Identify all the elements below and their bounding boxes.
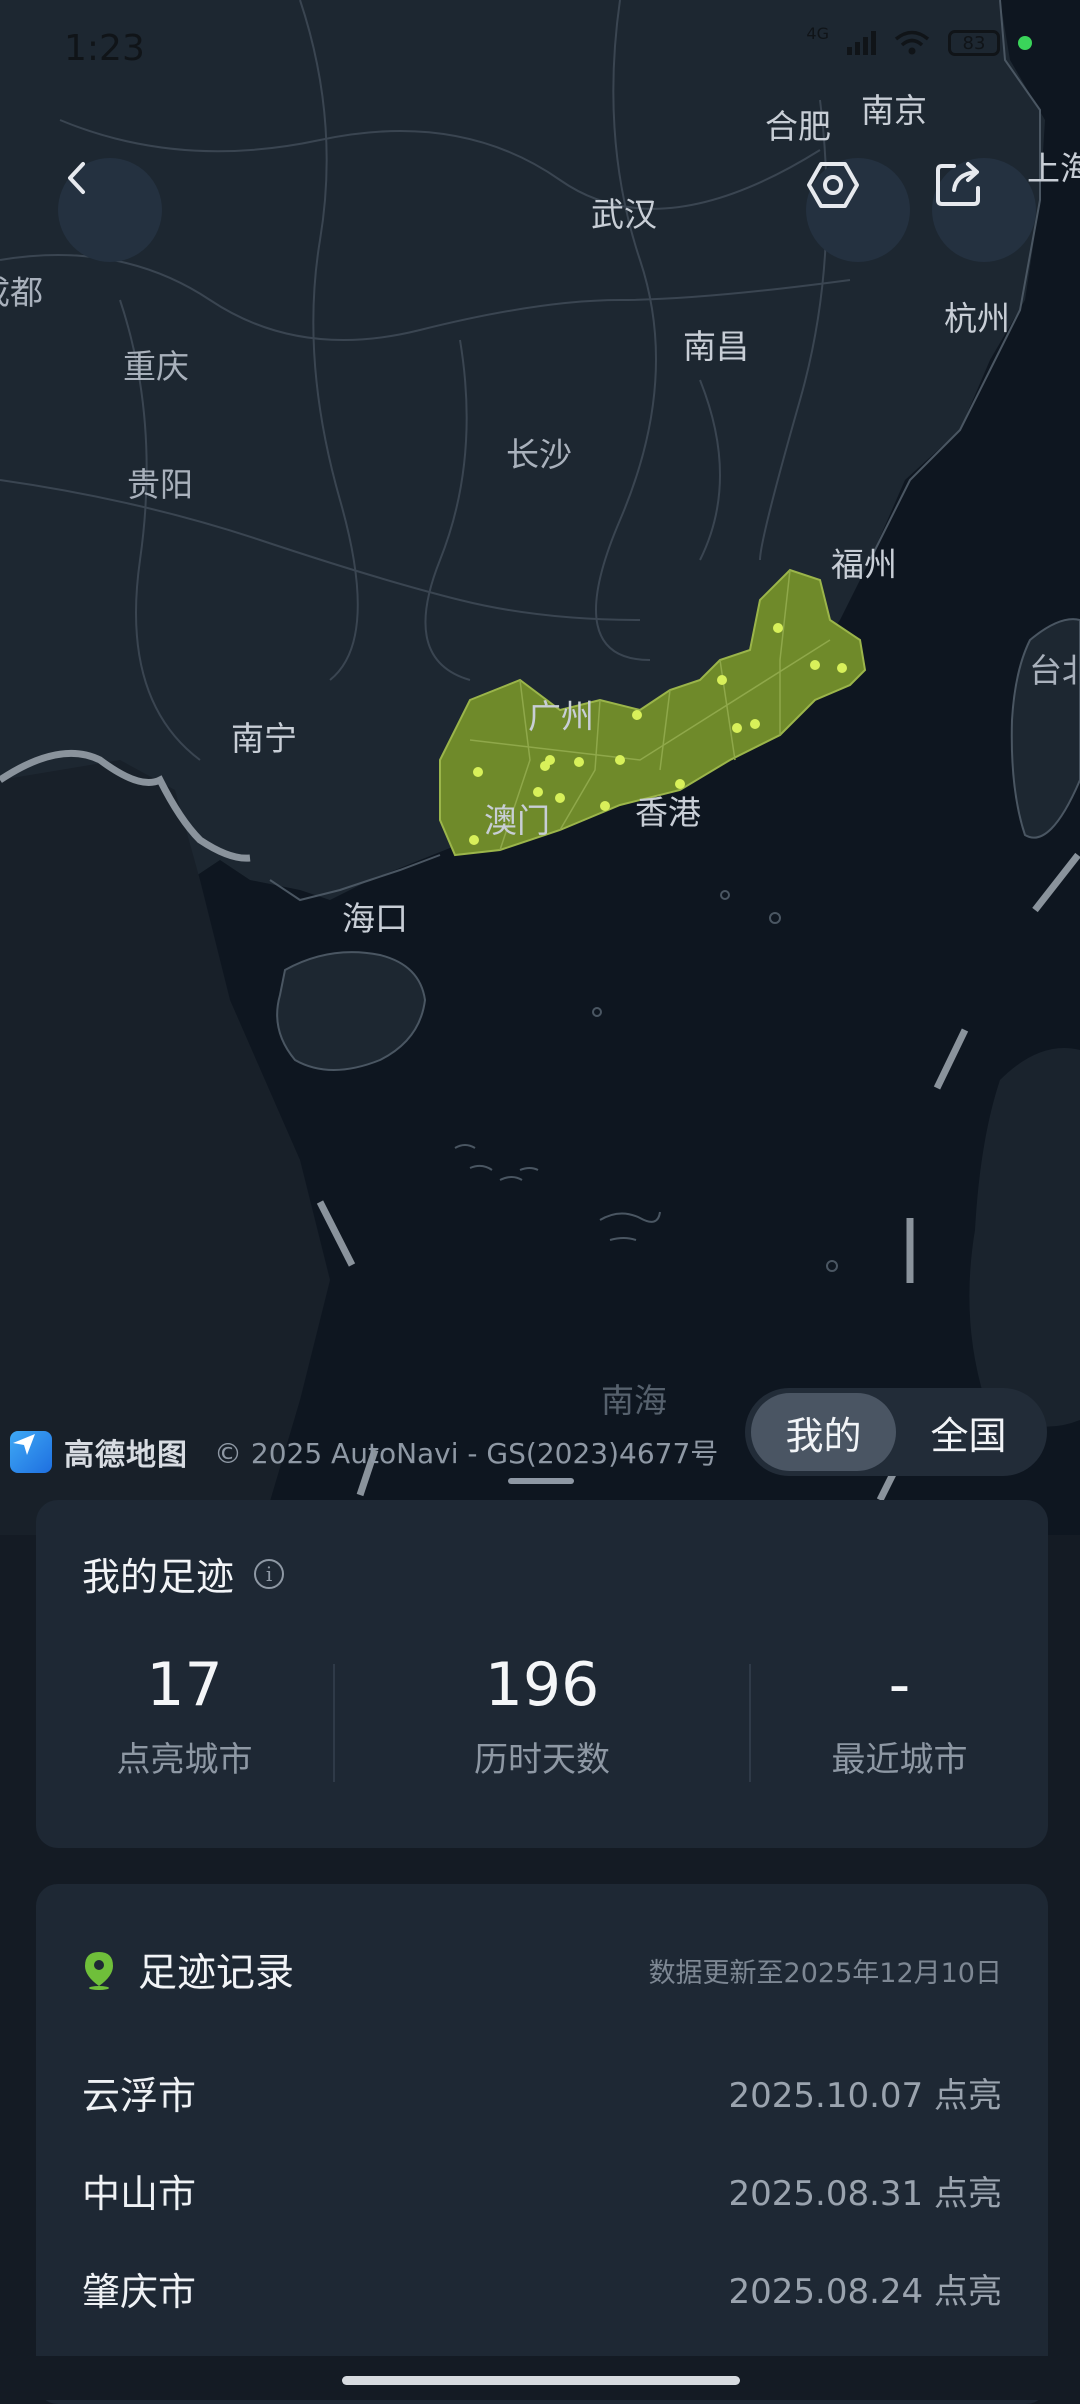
footprint-records-card: 足迹记录 数据更新至2025年12月10日 云浮市 2025.10.07 点亮 … xyxy=(36,1884,1048,2404)
settings-button[interactable] xyxy=(806,158,910,262)
city-dot xyxy=(555,793,565,803)
share-button[interactable] xyxy=(932,158,1036,262)
sheet-drag-handle[interactable] xyxy=(508,1478,574,1484)
map-label-guangzhou: 广州 xyxy=(528,697,594,736)
map-label-shanghai: 上海 xyxy=(1027,149,1080,188)
status-bar: 1:23 4G 83 xyxy=(0,0,1080,100)
stat-label: 历时天数 xyxy=(474,1740,610,1780)
map-label-guiyang: 贵阳 xyxy=(127,465,193,504)
record-city: 肇庆市 xyxy=(82,2269,197,2314)
wifi-icon xyxy=(894,30,930,55)
records-updated: 数据更新至2025年12月10日 xyxy=(648,1957,1002,1989)
location-pin-icon xyxy=(85,1952,113,1990)
stat-recent-city: - 最近城市 xyxy=(751,1648,1048,1788)
chevron-left-icon xyxy=(68,162,85,194)
hainan-island xyxy=(276,951,427,1071)
list-item[interactable]: 肇庆市 2025.08.24 点亮 xyxy=(82,2258,1002,2318)
battery-level: 83 xyxy=(962,32,986,54)
city-dot xyxy=(837,663,847,673)
footprint-map[interactable]: 合肥 南京 上海 武汉 杭州 成都 重庆 南昌 长沙 贵阳 福州 台北 南宁 广… xyxy=(0,0,1080,1535)
signal-icon xyxy=(847,31,876,55)
map-label-taibei: 台北 xyxy=(1029,651,1080,690)
map-label-fuzhou: 福州 xyxy=(831,545,897,584)
map-label-wuhan: 武汉 xyxy=(591,195,657,234)
summary-title: 我的足迹 xyxy=(82,1555,235,1599)
toggle-nationwide[interactable]: 全国 xyxy=(896,1393,1041,1471)
amap-logo-icon xyxy=(10,1431,52,1473)
stat-days: 196 历时天数 xyxy=(335,1648,749,1788)
scope-toggle[interactable]: 我的 全国 xyxy=(745,1388,1047,1476)
city-dot xyxy=(600,801,610,811)
city-dot xyxy=(615,755,625,765)
map-label-nanchang: 南昌 xyxy=(683,327,749,366)
city-dot xyxy=(773,623,783,633)
stat-value: 17 xyxy=(146,1650,223,1720)
status-time: 1:23 xyxy=(64,28,145,69)
city-dot xyxy=(469,835,479,845)
footprint-summary-card: 我的足迹 i 17 点亮城市 196 历时天数 - 最近城市 xyxy=(36,1500,1048,1848)
stat-value: 196 xyxy=(484,1650,600,1720)
record-date: 2025.08.31 点亮 xyxy=(728,2173,1002,2214)
city-dot xyxy=(540,761,550,771)
network-type: 4G xyxy=(806,23,829,43)
stats-row: 17 点亮城市 196 历时天数 - 最近城市 xyxy=(36,1648,1048,1788)
map-label-hangzhou: 杭州 xyxy=(944,299,1010,338)
stat-label: 最近城市 xyxy=(831,1740,968,1780)
toggle-mine[interactable]: 我的 xyxy=(751,1393,896,1471)
map-label-hongkong: 香港 xyxy=(635,793,701,832)
city-dot xyxy=(574,757,584,767)
luzon-land xyxy=(969,1048,1080,1427)
hexagon-settings-icon xyxy=(807,162,859,208)
stat-value: - xyxy=(888,1650,911,1720)
map-copyright: © 2025 AutoNavi - GS(2023)4677号 xyxy=(214,1437,719,1470)
map-label-chengdu: 成都 xyxy=(0,273,43,312)
summary-title-row: 我的足迹 i xyxy=(82,1546,285,1601)
city-dot xyxy=(473,767,483,777)
record-city: 云浮市 xyxy=(82,2073,197,2118)
record-date: 2025.10.07 点亮 xyxy=(728,2075,1002,2116)
map-attribution: 高德地图 © 2025 AutoNavi - GS(2023)4677号 xyxy=(10,1430,718,1474)
info-icon[interactable]: i xyxy=(254,1558,285,1589)
map-label-hefei: 合肥 xyxy=(765,107,831,146)
list-item[interactable]: 中山市 2025.08.31 点亮 xyxy=(82,2160,1002,2220)
record-city: 中山市 xyxy=(82,2171,197,2216)
map-canvas xyxy=(0,0,1080,1535)
privacy-indicator-icon xyxy=(1018,36,1032,50)
city-dot xyxy=(750,719,760,729)
back-button[interactable] xyxy=(58,158,162,262)
map-label-changsha: 长沙 xyxy=(506,435,572,474)
map-label-haikou: 海口 xyxy=(342,899,408,938)
stat-lit-cities: 17 点亮城市 xyxy=(36,1648,333,1788)
record-date: 2025.08.24 点亮 xyxy=(728,2271,1002,2312)
map-label-chongqing: 重庆 xyxy=(123,347,189,386)
home-indicator[interactable] xyxy=(342,2376,740,2385)
small-islands xyxy=(454,890,838,1272)
stat-label: 点亮城市 xyxy=(116,1740,253,1780)
map-label-macau: 澳门 xyxy=(484,801,550,840)
map-label-nanning: 南宁 xyxy=(231,719,297,758)
records-header: 足迹记录 数据更新至2025年12月10日 xyxy=(82,1940,1002,2000)
records-title: 足迹记录 xyxy=(138,1951,295,1996)
list-item[interactable]: 云浮市 2025.10.07 点亮 xyxy=(82,2062,1002,2122)
city-dot xyxy=(632,710,642,720)
city-dot xyxy=(732,723,742,733)
share-icon xyxy=(936,162,980,206)
status-icons: 4G 83 xyxy=(806,24,1032,56)
amap-brand: 高德地图 xyxy=(64,1438,188,1473)
city-dot xyxy=(717,675,727,685)
city-dot xyxy=(810,660,820,670)
battery-icon: 83 xyxy=(948,30,1000,56)
map-label-nanhai: 南海 xyxy=(601,1381,667,1420)
